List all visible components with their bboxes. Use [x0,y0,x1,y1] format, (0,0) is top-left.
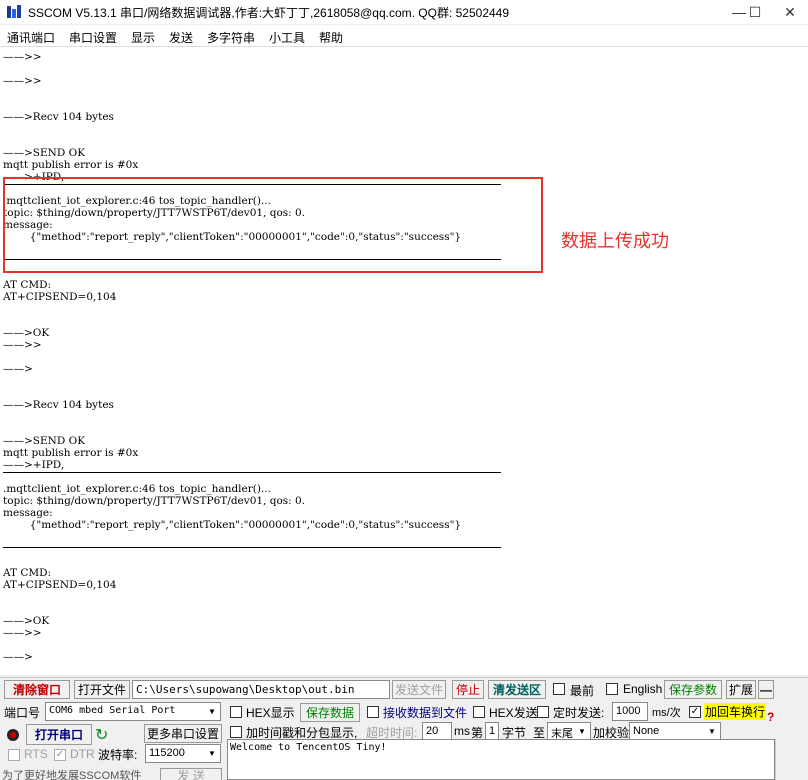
separator-line [3,472,501,473]
menu-serial-settings[interactable]: 串口设置 [69,29,117,46]
expand-button[interactable]: 扩展 [726,680,756,699]
log-line: ——>OK [3,327,50,339]
rts-label: RTS [24,747,48,761]
dtr-label: DTR [70,747,95,761]
dtr-checkbox[interactable]: ✓ [54,749,66,761]
log-line: ——>> [3,339,42,351]
record-icon [4,724,22,746]
log-line: ——> [3,363,33,375]
interval-unit: ms/次 [652,707,681,719]
hex-display-checkbox[interactable] [230,706,242,718]
hex-display-label: HEX显示 [246,706,295,720]
log-line: ——>OK [3,615,50,627]
hex-send-checkbox[interactable] [473,706,485,718]
chevron-down-icon: ▼ [708,727,716,736]
maximize-button[interactable]: ☐ [737,0,773,24]
english-label: English [623,682,663,696]
file-path-input[interactable]: C:\Users\supowang\Desktop\out.bin [132,680,390,699]
hex-send-label: HEX发送 [489,706,538,720]
timed-send-checkbox[interactable] [537,706,549,718]
log-line: ——>Recv 104 bytes [3,399,114,411]
timed-send-label: 定时发送: [553,706,605,720]
port-select-value: COM6 mbed Serial Port [49,705,176,716]
chevron-down-icon: ▼ [578,727,586,736]
log-line: .mqttclient_iot_explorer.c:46 tos_topic_… [3,483,271,495]
menu-multi-string[interactable]: 多字符串 [207,29,255,46]
app-icon [7,5,21,18]
log-line: topic: $thing/down/property/JTT7WSTP6T/d… [3,495,306,507]
crlf-label: 加回车换行 [704,703,767,720]
receive-to-file-checkbox[interactable] [367,706,379,718]
english-checkbox[interactable] [606,683,618,695]
ms-label: ms [454,724,470,738]
menu-bar: 通讯端口 串口设置 显示 发送 多字符串 小工具 帮助 [0,25,808,47]
log-line: ——> [3,651,33,663]
baud-label: 波特率: [98,748,138,762]
promo-text[interactable]: 为了更好地发展SSCOM软件 [2,767,141,780]
close-button[interactable]: ✕ [772,0,808,24]
port-label: 端口号 [4,706,41,720]
log-line: mqtt publish error is #0x [3,447,139,459]
chevron-down-icon: ▼ [209,707,215,716]
stop-button[interactable]: 停止 [452,680,484,699]
log-line: AT CMD: [3,567,52,579]
collapse-button[interactable]: — [758,680,774,699]
menu-help[interactable]: 帮助 [319,29,343,46]
port-select[interactable]: COM6 mbed Serial Port ▼ [45,702,221,721]
log-line: ——>> [3,627,42,639]
open-file-button[interactable]: 打开文件 [74,680,130,699]
more-settings-button[interactable]: 更多串口设置 [144,724,222,743]
log-line: AT+CIPSEND=0,104 [3,291,117,303]
baud-select[interactable]: 115200 ▼ [145,744,221,763]
menu-display[interactable]: 显示 [131,29,155,46]
checksum-select-value: None [633,725,660,737]
crlf-checkbox[interactable]: ✓ [689,706,701,718]
save-data-button[interactable]: 保存数据 [300,703,360,722]
log-line: ——>SEND OK [3,435,86,447]
send-button[interactable]: 发 送 [160,768,222,780]
refresh-icon[interactable]: ↻ [95,725,108,745]
interval-input[interactable]: 1000 [612,702,648,721]
send-file-button[interactable]: 发送文件 [392,680,446,699]
baud-select-value: 115200 [149,747,185,759]
file-toolbar: 清除窗口 打开文件 C:\Users\supowang\Desktop\out.… [0,677,808,699]
log-line: ——>Recv 104 bytes [3,111,114,123]
chevron-down-icon: ▼ [208,749,216,758]
log-line: AT CMD: [3,279,52,291]
window-title: SSCOM V5.13.1 串口/网络数据调试器,作者:大虾丁丁,2618058… [28,6,510,20]
log-line: message: [3,507,53,519]
help-icon[interactable]: ? [767,710,774,724]
log-line: AT+CIPSEND=0,104 [3,579,117,591]
send-area-scrollbar[interactable] [775,739,808,780]
open-port-button[interactable]: 打开串口 [26,724,92,745]
log-line: ——>+IPD, [3,459,65,471]
separator-line [3,547,501,548]
log-line: {"method":"report_reply","clientToken":"… [3,519,462,531]
menu-tools[interactable]: 小工具 [269,29,305,46]
save-params-button[interactable]: 保存参数 [664,680,722,699]
receive-to-file-button[interactable]: 接收数据到文件 [382,703,468,722]
annotation-upload-success: 数据上传成功 [561,231,669,251]
log-line: ——>> [3,51,42,63]
title-bar: SSCOM V5.13.1 串口/网络数据调试器,作者:大虾丁丁,2618058… [0,0,808,24]
log-line: mqtt publish error is #0x [3,159,139,171]
log-line: ——>> [3,75,42,87]
menu-comm-port[interactable]: 通讯端口 [7,29,55,46]
timestamp-checkbox[interactable] [230,726,242,738]
clear-send-button[interactable]: 清发送区 [488,680,546,699]
topmost-label: 最前 [570,684,595,698]
log-line: ——>SEND OK [3,147,86,159]
rts-checkbox[interactable] [8,749,20,761]
send-text-area[interactable]: Welcome to TencentOS Tiny! [227,739,775,780]
receive-log[interactable]: ——>> ——>> ——>Recv 104 bytes ——>SEND OK m… [0,47,808,675]
topmost-checkbox[interactable] [553,683,565,695]
menu-send[interactable]: 发送 [169,29,193,46]
highlight-box [3,177,543,273]
clear-window-button[interactable]: 清除窗口 [4,680,70,699]
